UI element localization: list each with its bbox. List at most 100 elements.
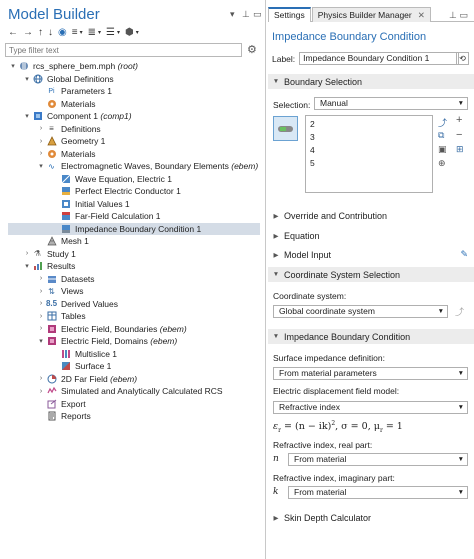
tab-settings[interactable]: Settings <box>268 7 311 22</box>
move-up-icon[interactable]: ↑ <box>38 27 43 39</box>
tree-node-multislice[interactable]: Multislice 1 <box>50 348 117 360</box>
reset-label-button[interactable]: ⟲ <box>456 52 469 65</box>
surface-impedance-select[interactable]: From material parameters ▼ <box>273 367 468 380</box>
initial-values-icon <box>60 199 71 209</box>
section-override-contribution[interactable]: ▶ Override and Contribution <box>268 208 474 223</box>
chevron-down-icon: ▼ <box>457 456 464 463</box>
mesh-icon <box>46 236 57 246</box>
build-icon[interactable]: ⬢ <box>125 27 134 39</box>
tree-node-2d-far-field[interactable]: › 2D Far Field (ebem) <box>36 373 137 385</box>
goto-source-icon[interactable]: ⤴ <box>455 305 464 318</box>
list-item[interactable]: 4 <box>310 144 428 157</box>
tree-node-parameters[interactable]: Pi Parameters 1 <box>36 85 112 97</box>
domain-feature-icon <box>60 174 71 184</box>
create-selection-icon[interactable]: ⊕ <box>438 158 446 169</box>
paste-selection-icon[interactable]: ⤴ <box>438 116 447 129</box>
coordinate-caption: Coordinate system: <box>273 291 347 301</box>
geometry-icon <box>46 136 57 146</box>
tree-node-pec[interactable]: Perfect Electric Conductor 1 <box>50 185 181 197</box>
plot-group-icon <box>46 336 57 346</box>
show-icon[interactable]: ◉ <box>58 27 67 39</box>
list-item[interactable]: 5 <box>310 157 428 170</box>
zoom-selection-icon[interactable]: ⊞ <box>456 144 464 155</box>
section-boundary-selection[interactable]: ▼ Boundary Selection <box>268 74 474 89</box>
reports-icon <box>46 411 57 421</box>
back-icon[interactable]: ← <box>8 27 18 39</box>
coordinate-system-select[interactable]: Global coordinate system ▼ <box>273 305 448 318</box>
boundary-feature-icon <box>60 224 71 234</box>
tree-node-mesh[interactable]: Mesh 1 <box>36 235 89 247</box>
edit-model-input-icon[interactable]: ✎ <box>460 249 468 260</box>
tree-node-root[interactable]: ▾ rcs_sphere_bem.mph (root) <box>8 60 138 72</box>
label-field[interactable]: Impedance Boundary Condition 1 <box>299 52 460 65</box>
tree-node-tables[interactable]: › Tables <box>36 310 86 322</box>
tree-node-study[interactable]: › ⚗ Study 1 <box>22 248 76 260</box>
pushpin-icon[interactable]: ⊥ <box>242 9 250 20</box>
tree-node-reports[interactable]: Reports <box>36 410 91 422</box>
tree-node-ebem[interactable]: ▾ ∿ Electromagnetic Waves, Boundary Elem… <box>36 160 258 172</box>
boundary-selection-list[interactable]: 2 3 4 5 <box>305 115 433 193</box>
label-row: Label: Impedance Boundary Condition 1 <box>272 52 460 65</box>
displacement-model-caption: Electric displacement field model: <box>273 386 400 396</box>
tree-node-definitions[interactable]: › ≡ Definitions <box>36 123 101 135</box>
section-model-input[interactable]: ▶ Model Input ✎ <box>268 247 474 262</box>
list-item[interactable]: 2 <box>310 118 428 131</box>
chevron-down-icon: ▼ <box>457 404 464 411</box>
definitions-icon: ≡ <box>49 124 54 133</box>
remove-icon[interactable]: − <box>456 129 462 141</box>
clear-selection-icon[interactable]: ▣ <box>438 144 447 155</box>
study-icon: ⚗ <box>33 249 42 258</box>
polar-plot-icon <box>46 374 57 384</box>
model-builder-toolbar: ← → ↑ ↓ ◉ ≡ ▾ ≣ ▾ ☰ ▾ ⬢ ▾ <box>8 27 139 39</box>
gear-icon[interactable]: ⚙ <box>247 43 257 56</box>
tree-node-efield-boundaries[interactable]: › Electric Field, Boundaries (ebem) <box>36 323 187 335</box>
collapse-icon[interactable]: ☰ <box>106 27 115 39</box>
pin-icon[interactable]: ▾ <box>230 9 235 20</box>
expand-arrow-icon: ▶ <box>273 251 279 259</box>
section-equation[interactable]: ▶ Equation <box>268 228 474 243</box>
forward-icon[interactable]: → <box>23 27 33 39</box>
tree-node-efield-domains[interactable]: ▾ Electric Field, Domains (ebem) <box>36 335 177 347</box>
tree-node-datasets[interactable]: › Datasets <box>36 273 95 285</box>
component-icon <box>32 111 43 121</box>
list-item[interactable]: 3 <box>310 131 428 144</box>
tree-filter-input[interactable] <box>5 43 242 57</box>
copy-selection-icon[interactable]: ⧉ <box>438 130 444 141</box>
settings-title: Impedance Boundary Condition <box>272 31 427 43</box>
settings-panel: Settings Physics Builder Manager ✕ ⊥ ▭ Im… <box>268 0 474 559</box>
tree-node-results[interactable]: ▾ Results <box>22 260 75 272</box>
tree-node-initial-values[interactable]: Initial Values 1 <box>50 198 130 210</box>
pushpin-icon[interactable]: ⊥ ▭ <box>449 10 468 21</box>
displacement-model-select[interactable]: Refractive index ▼ <box>273 401 468 414</box>
section-impedance-boundary-condition[interactable]: ▼ Impedance Boundary Condition <box>268 329 474 344</box>
tree-node-ibc[interactable]: Impedance Boundary Condition 1 <box>8 222 260 235</box>
tree-node-component[interactable]: ▾ Component 1 (comp1) <box>22 110 131 122</box>
tree-node-derived-values[interactable]: › 8.5 Derived Values <box>36 298 118 310</box>
add-icon[interactable]: + <box>456 114 462 126</box>
active-selection-toggle[interactable] <box>273 116 298 141</box>
tree-node-global-materials[interactable]: Materials <box>36 98 95 110</box>
tree-node-component-materials[interactable]: › Materials <box>36 148 96 160</box>
tree-node-far-field[interactable]: Far-Field Calculation 1 <box>50 210 161 222</box>
refractive-imag-select[interactable]: From material ▼ <box>288 486 468 499</box>
tree-node-rcs[interactable]: › Simulated and Analytically Calculated … <box>36 385 223 397</box>
tree-node-views[interactable]: › ⇅ Views <box>36 285 84 297</box>
tree-node-global-definitions[interactable]: ▾ Global Definitions <box>22 73 113 85</box>
section-skin-depth[interactable]: ▶ Skin Depth Calculator <box>268 510 474 525</box>
derived-values-icon: 8.5 <box>45 299 58 308</box>
refractive-real-select[interactable]: From material ▼ <box>288 453 468 466</box>
tree-node-wave-equation[interactable]: Wave Equation, Electric 1 <box>50 173 172 185</box>
close-tab-icon[interactable]: ✕ <box>418 10 425 20</box>
expand-icon[interactable]: ≣ <box>88 27 96 39</box>
tree-node-surface[interactable]: Surface 1 <box>50 360 111 372</box>
root-file-icon <box>18 61 29 71</box>
filter-tree-icon[interactable]: ≡ <box>72 27 78 39</box>
move-down-icon[interactable]: ↓ <box>48 27 53 39</box>
selection-select[interactable]: Manual ▼ <box>314 97 468 110</box>
section-coordinate-system[interactable]: ▼ Coordinate System Selection <box>268 267 474 282</box>
refractive-imag-caption: Refractive index, imaginary part: <box>273 473 395 483</box>
tree-node-geometry[interactable]: › Geometry 1 <box>36 135 106 147</box>
tab-physics-builder-manager[interactable]: Physics Builder Manager ✕ <box>311 7 431 22</box>
tree-node-export[interactable]: Export <box>36 398 86 410</box>
close-panel-icon[interactable]: ▭ <box>253 9 262 20</box>
